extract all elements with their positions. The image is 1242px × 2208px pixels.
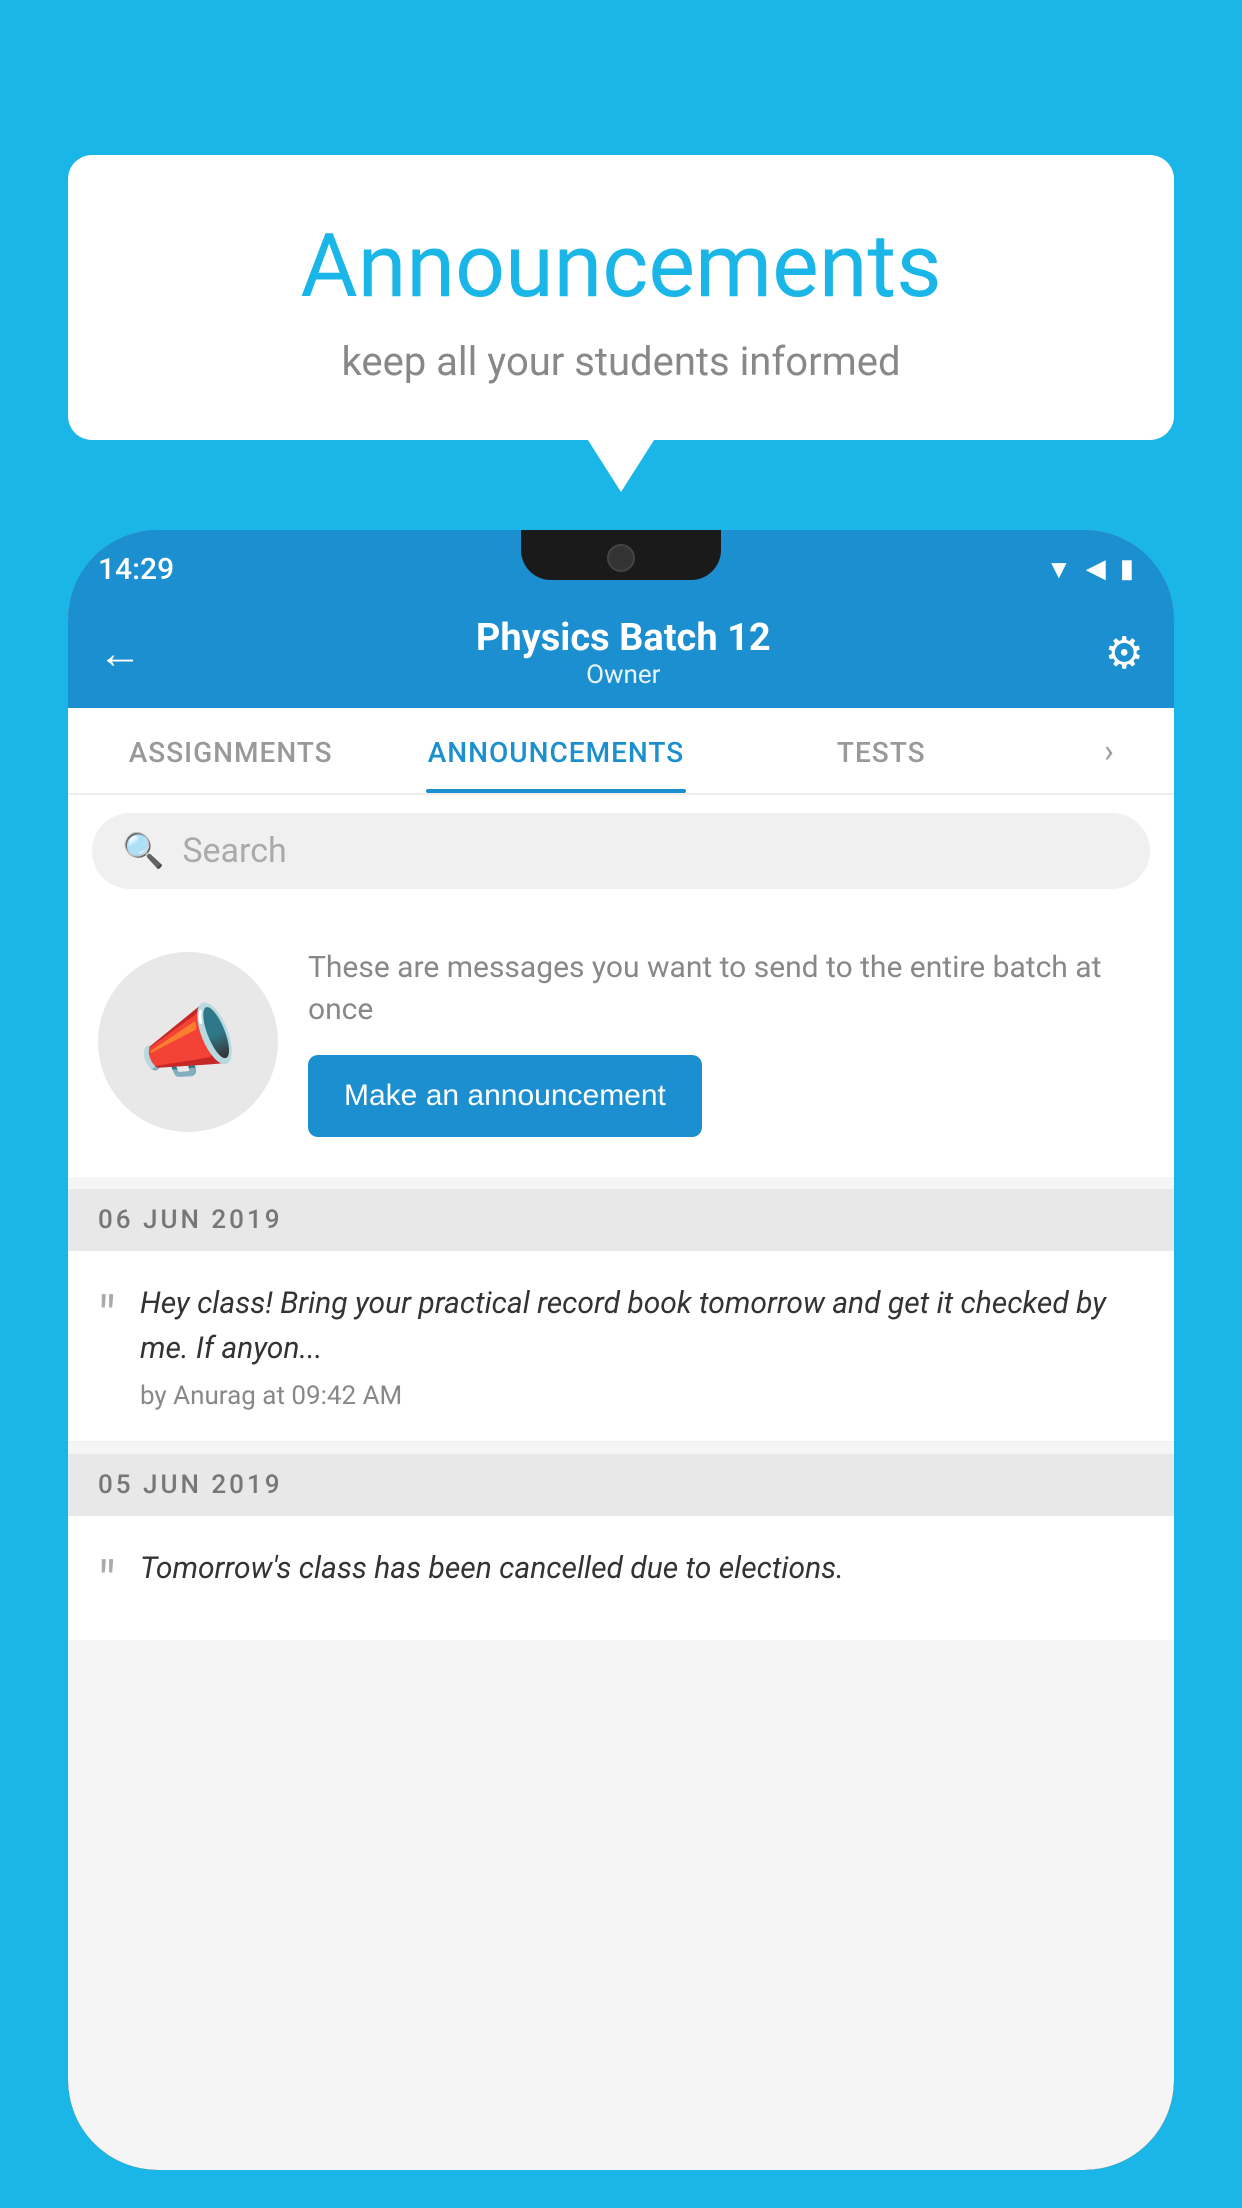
phone-container: 14:29 ▼ ◀ ▮ ← Physics Batch 12 Owner ⚙: [68, 530, 1174, 2208]
tab-tests[interactable]: TESTS: [719, 708, 1044, 793]
announcement-placeholder: 📣 These are messages you want to send to…: [68, 907, 1174, 1177]
tab-more[interactable]: ›: [1044, 708, 1174, 793]
announcement-item-2[interactable]: " Tomorrow's class has been cancelled du…: [68, 1516, 1174, 1640]
search-container: 🔍 Search: [68, 795, 1174, 907]
back-button[interactable]: ←: [98, 627, 142, 679]
search-bar[interactable]: 🔍 Search: [92, 813, 1150, 889]
signal-icon: ◀: [1086, 554, 1106, 584]
status-time: 14:29: [98, 552, 174, 587]
megaphone-circle: 📣: [98, 952, 278, 1132]
settings-button[interactable]: ⚙: [1105, 627, 1144, 679]
tabs: ASSIGNMENTS ANNOUNCEMENTS TESTS ›: [68, 708, 1174, 795]
search-icon: 🔍: [122, 831, 164, 871]
speech-bubble: Announcements keep all your students inf…: [68, 155, 1174, 440]
bubble-title: Announcements: [118, 215, 1124, 318]
announcement-text-2: Tomorrow's class has been cancelled due …: [140, 1546, 1144, 1591]
notch: [521, 530, 721, 580]
tab-announcements[interactable]: ANNOUNCEMENTS: [393, 708, 718, 793]
make-announcement-button[interactable]: Make an announcement: [308, 1055, 702, 1137]
app-bar-row: ← Physics Batch 12 Owner ⚙: [68, 598, 1174, 708]
app-bar-title: Physics Batch 12: [476, 616, 771, 660]
announcement-item-1[interactable]: " Hey class! Bring your practical record…: [68, 1251, 1174, 1442]
app-bar-title-group: Physics Batch 12 Owner: [476, 616, 771, 690]
app-bar-subtitle: Owner: [476, 660, 771, 690]
date-separator-2: 05 JUN 2019: [68, 1454, 1174, 1516]
announcement-text-1: Hey class! Bring your practical record b…: [140, 1281, 1144, 1371]
tab-assignments[interactable]: ASSIGNMENTS: [68, 708, 393, 793]
announcement-right: These are messages you want to send to t…: [308, 947, 1144, 1137]
app-content: 14:29 ▼ ◀ ▮ ← Physics Batch 12 Owner ⚙: [68, 530, 1174, 2170]
status-icons: ▼ ◀ ▮: [1046, 554, 1134, 585]
battery-icon: ▮: [1120, 554, 1134, 584]
phone-outer: 14:29 ▼ ◀ ▮ ← Physics Batch 12 Owner ⚙: [68, 530, 1174, 2170]
quote-icon-1: ": [98, 1289, 116, 1345]
megaphone-icon: 📣: [138, 995, 238, 1089]
search-input[interactable]: Search: [182, 831, 286, 871]
front-camera: [607, 544, 635, 572]
date-separator-1: 06 JUN 2019: [68, 1189, 1174, 1251]
speech-bubble-container: Announcements keep all your students inf…: [68, 155, 1174, 440]
quote-icon-2: ": [98, 1554, 116, 1610]
wifi-icon: ▼: [1046, 554, 1072, 585]
announcement-content-1: Hey class! Bring your practical record b…: [140, 1281, 1144, 1411]
announcement-description: These are messages you want to send to t…: [308, 947, 1144, 1031]
announcement-meta-1: by Anurag at 09:42 AM: [140, 1381, 1144, 1411]
bubble-subtitle: keep all your students informed: [118, 338, 1124, 385]
announcement-content-2: Tomorrow's class has been cancelled due …: [140, 1546, 1144, 1601]
